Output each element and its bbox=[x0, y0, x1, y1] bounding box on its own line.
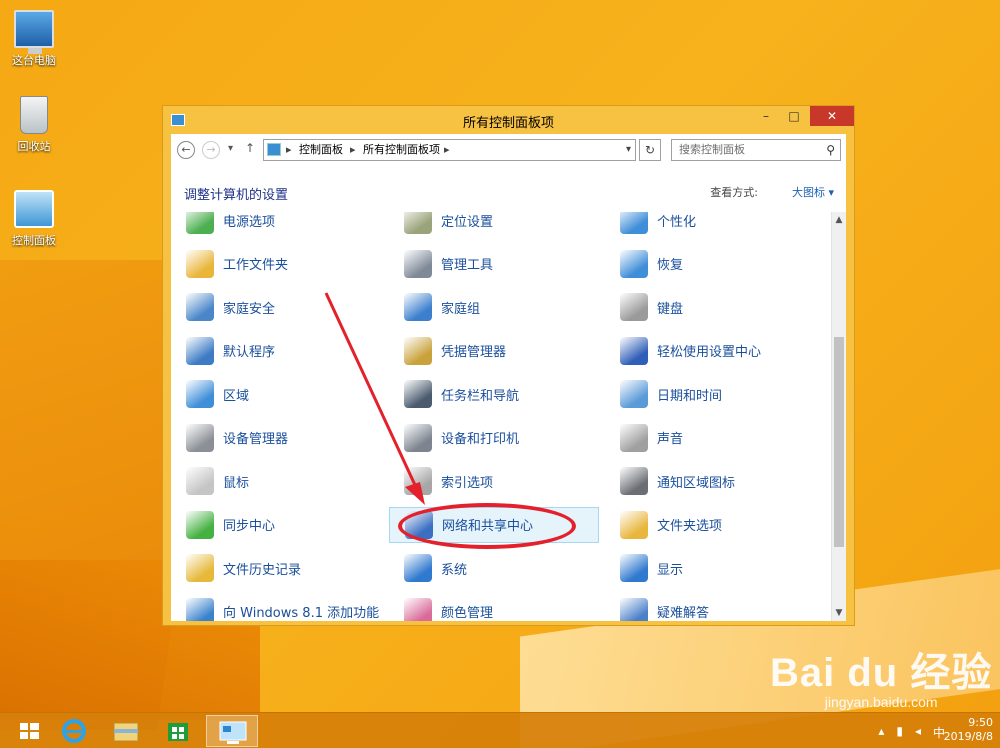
control-panel-icon bbox=[219, 721, 247, 744]
taskbar: ▴ ▮ ◂ 中 9:50 2019/8/8 bbox=[0, 712, 1000, 748]
folder-icon bbox=[113, 722, 139, 742]
show-hidden-icons-icon[interactable]: ▴ bbox=[878, 724, 884, 741]
control-panel-taskbar-button[interactable] bbox=[206, 715, 258, 747]
internet-explorer-button[interactable] bbox=[52, 715, 96, 747]
clock-time: 9:50 bbox=[968, 716, 993, 729]
annotation-arrow bbox=[324, 292, 425, 505]
baidu-watermark: Bai du 经验 jingyan.baidu.com bbox=[770, 640, 992, 710]
internet-explorer-icon bbox=[62, 719, 86, 743]
start-button[interactable] bbox=[8, 715, 52, 747]
clock[interactable]: 9:50 2019/8/8 bbox=[944, 716, 993, 744]
watermark-logo: Bai du 经验 bbox=[770, 651, 993, 695]
network-icon[interactable]: ▮ bbox=[896, 724, 903, 741]
system-tray: ▴ ▮ ◂ 中 bbox=[878, 724, 945, 741]
annotation-circle bbox=[398, 503, 576, 549]
windows-logo-icon bbox=[20, 723, 39, 739]
clock-date: 2019/8/8 bbox=[943, 730, 993, 743]
file-explorer-button[interactable] bbox=[104, 715, 148, 747]
volume-icon[interactable]: ◂ bbox=[915, 724, 921, 741]
store-icon bbox=[168, 723, 188, 741]
store-button[interactable] bbox=[156, 715, 200, 747]
